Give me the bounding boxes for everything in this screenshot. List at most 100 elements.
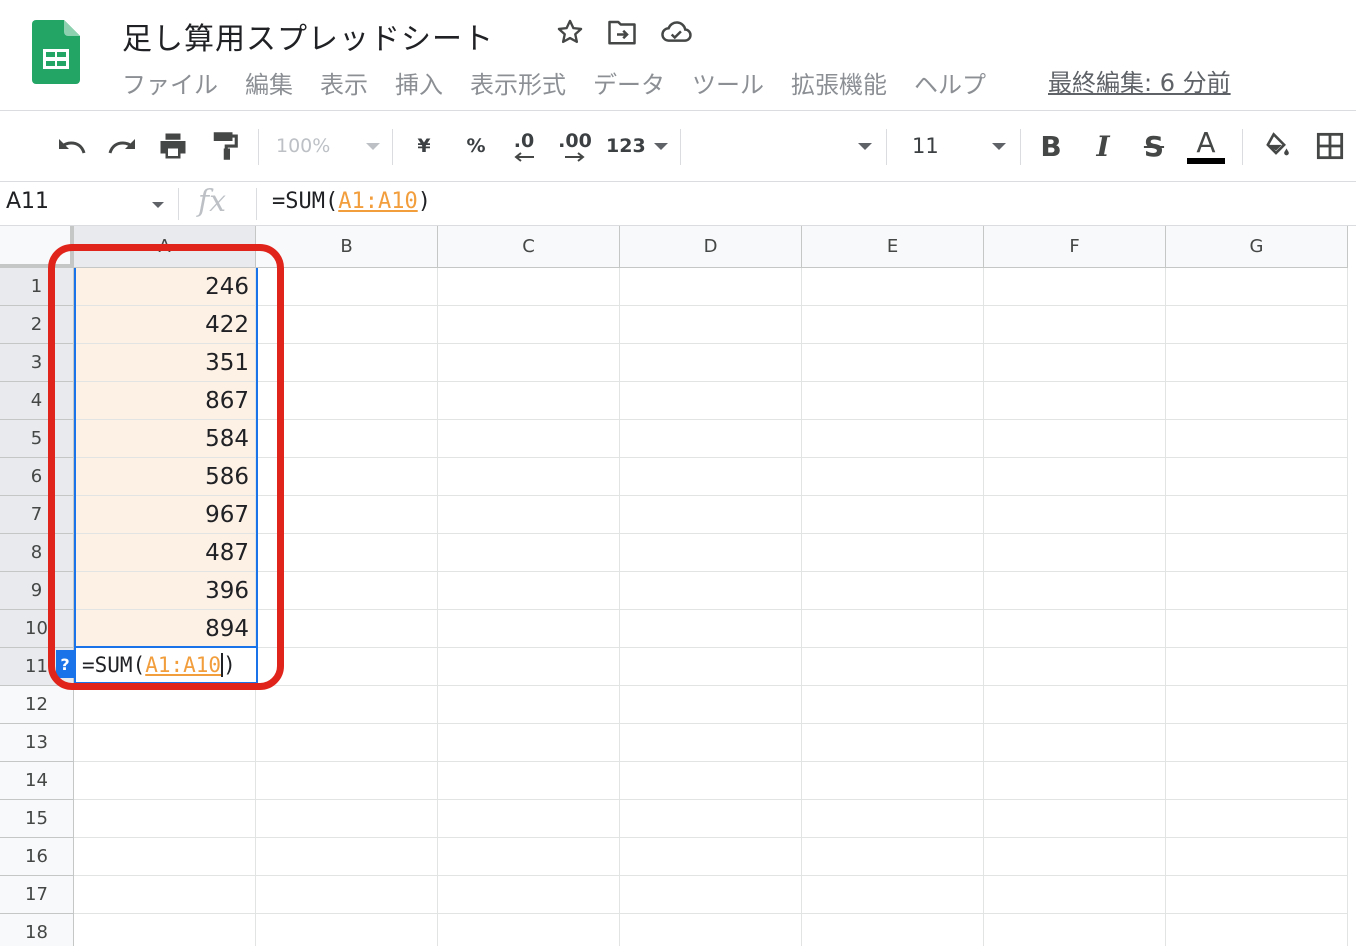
cell-g18[interactable]	[1166, 914, 1348, 946]
cell-b8[interactable]	[256, 534, 438, 572]
row-header-13[interactable]: 13	[0, 724, 74, 762]
star-icon[interactable]	[554, 16, 586, 48]
column-header-c[interactable]: C	[438, 226, 620, 268]
column-header-e[interactable]: E	[802, 226, 984, 268]
cell-b4[interactable]	[256, 382, 438, 420]
cell-b3[interactable]	[256, 344, 438, 382]
cell-g5[interactable]	[1166, 420, 1348, 458]
cell-g6[interactable]	[1166, 458, 1348, 496]
formula-input[interactable]: =SUM(A1:A10)	[272, 189, 431, 214]
cell-e18[interactable]	[802, 914, 984, 946]
cell-c5[interactable]	[438, 420, 620, 458]
cell-c1[interactable]	[438, 268, 620, 306]
cell-g17[interactable]	[1166, 876, 1348, 914]
cell-f6[interactable]	[984, 458, 1166, 496]
cell-e1[interactable]	[802, 268, 984, 306]
cell-b1[interactable]	[256, 268, 438, 306]
cell-d1[interactable]	[620, 268, 802, 306]
cell-e6[interactable]	[802, 458, 984, 496]
cell-c18[interactable]	[438, 914, 620, 946]
column-header-f[interactable]: F	[984, 226, 1166, 268]
cell-f12[interactable]	[984, 686, 1166, 724]
menu-view[interactable]: 表示	[320, 68, 368, 102]
cell-c15[interactable]	[438, 800, 620, 838]
cell-c10[interactable]	[438, 610, 620, 648]
cell-c16[interactable]	[438, 838, 620, 876]
document-title[interactable]: 足し算用スプレッドシート	[122, 14, 494, 58]
cell-g16[interactable]	[1166, 838, 1348, 876]
row-header-7[interactable]: 7	[0, 496, 74, 534]
percent-format-button[interactable]: %	[458, 125, 494, 167]
cell-f7[interactable]	[984, 496, 1166, 534]
row-header-5[interactable]: 5	[0, 420, 74, 458]
row-header-6[interactable]: 6	[0, 458, 74, 496]
cell-c14[interactable]	[438, 762, 620, 800]
menu-insert[interactable]: 挿入	[395, 68, 443, 102]
more-formats-select[interactable]: 123	[606, 125, 668, 167]
cell-f9[interactable]	[984, 572, 1166, 610]
cell-g4[interactable]	[1166, 382, 1348, 420]
cell-g3[interactable]	[1166, 344, 1348, 382]
cell-g14[interactable]	[1166, 762, 1348, 800]
cell-e4[interactable]	[802, 382, 984, 420]
cell-d3[interactable]	[620, 344, 802, 382]
menu-format[interactable]: 表示形式	[470, 68, 566, 102]
cell-f16[interactable]	[984, 838, 1166, 876]
cell-b6[interactable]	[256, 458, 438, 496]
cell-g1[interactable]	[1166, 268, 1348, 306]
cell-f11[interactable]	[984, 648, 1166, 686]
cloud-saved-icon[interactable]	[660, 16, 692, 48]
cell-a12[interactable]	[74, 686, 256, 724]
cell-f4[interactable]	[984, 382, 1166, 420]
cell-f13[interactable]	[984, 724, 1166, 762]
row-header-10[interactable]: 10	[0, 610, 74, 648]
italic-button[interactable]: I	[1086, 125, 1120, 167]
cell-b10[interactable]	[256, 610, 438, 648]
cell-f17[interactable]	[984, 876, 1166, 914]
font-family-select[interactable]	[692, 125, 872, 167]
cell-b16[interactable]	[256, 838, 438, 876]
cell-e9[interactable]	[802, 572, 984, 610]
column-header-a[interactable]: A	[74, 226, 256, 268]
column-header-d[interactable]: D	[620, 226, 802, 268]
cell-f8[interactable]	[984, 534, 1166, 572]
cell-c9[interactable]	[438, 572, 620, 610]
font-size-select[interactable]: 11	[900, 125, 1006, 167]
cell-a13[interactable]	[74, 724, 256, 762]
row-header-15[interactable]: 15	[0, 800, 74, 838]
column-header-b[interactable]: B	[256, 226, 438, 268]
cell-c3[interactable]	[438, 344, 620, 382]
text-color-button[interactable]: A	[1186, 125, 1226, 167]
cell-e17[interactable]	[802, 876, 984, 914]
cell-e13[interactable]	[802, 724, 984, 762]
row-header-16[interactable]: 16	[0, 838, 74, 876]
cell-a17[interactable]	[74, 876, 256, 914]
cell-b2[interactable]	[256, 306, 438, 344]
cell-d2[interactable]	[620, 306, 802, 344]
cell-b14[interactable]	[256, 762, 438, 800]
cell-a14[interactable]	[74, 762, 256, 800]
row-header-14[interactable]: 14	[0, 762, 74, 800]
cell-c11[interactable]	[438, 648, 620, 686]
borders-icon[interactable]	[1310, 125, 1350, 167]
decrease-decimal-button[interactable]: .0	[502, 125, 546, 167]
cell-d11[interactable]	[620, 648, 802, 686]
cell-b13[interactable]	[256, 724, 438, 762]
redo-icon[interactable]	[104, 125, 140, 167]
cell-e2[interactable]	[802, 306, 984, 344]
cell-b17[interactable]	[256, 876, 438, 914]
cell-d18[interactable]	[620, 914, 802, 946]
bold-button[interactable]: B	[1034, 125, 1068, 167]
cell-d4[interactable]	[620, 382, 802, 420]
column-header-g[interactable]: G	[1166, 226, 1348, 268]
select-all-corner[interactable]	[0, 226, 74, 268]
cell-b9[interactable]	[256, 572, 438, 610]
cell-b12[interactable]	[256, 686, 438, 724]
cell-f5[interactable]	[984, 420, 1166, 458]
cell-d7[interactable]	[620, 496, 802, 534]
cell-f3[interactable]	[984, 344, 1166, 382]
cell-g13[interactable]	[1166, 724, 1348, 762]
cell-f1[interactable]	[984, 268, 1166, 306]
cell-e16[interactable]	[802, 838, 984, 876]
cell-c6[interactable]	[438, 458, 620, 496]
